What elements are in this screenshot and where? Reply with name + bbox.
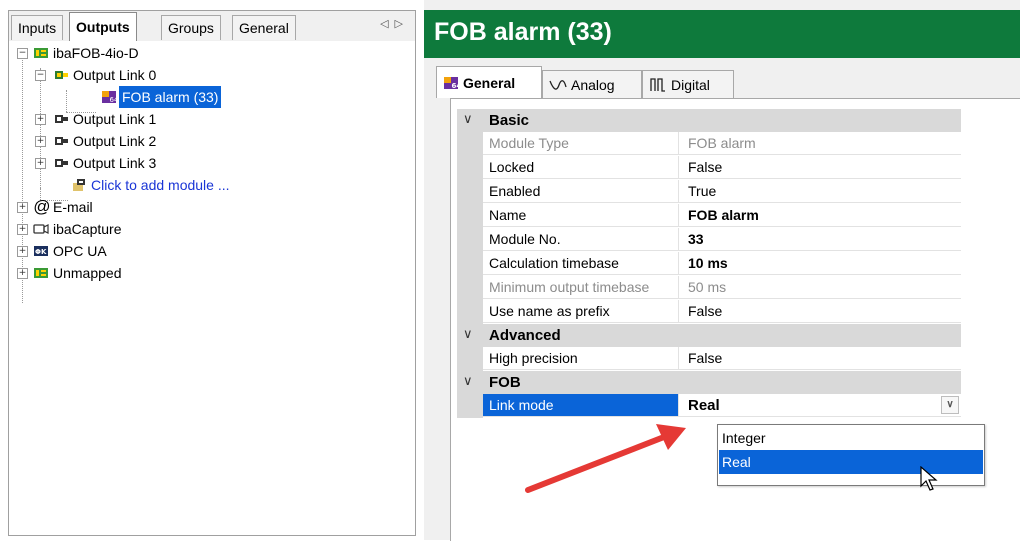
- mouse-cursor-icon: [920, 466, 938, 491]
- annotation-arrow-icon: [525, 424, 686, 493]
